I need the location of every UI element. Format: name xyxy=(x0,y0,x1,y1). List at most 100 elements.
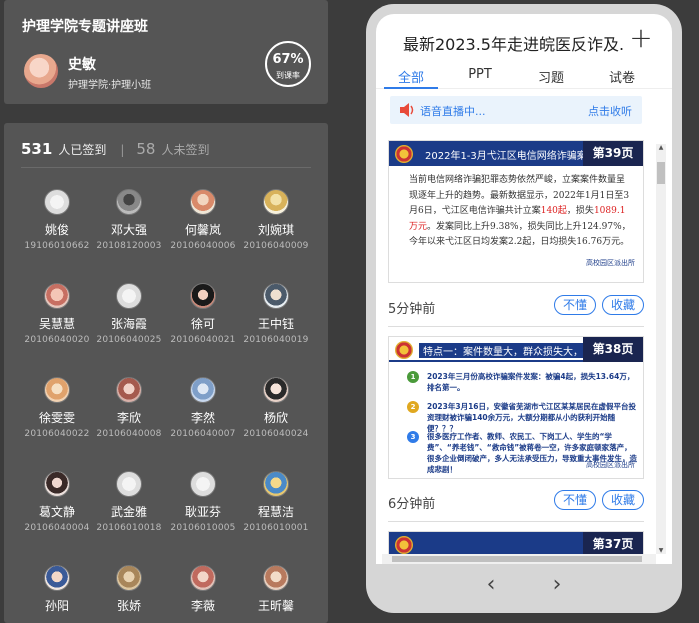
police-badge-icon xyxy=(395,145,413,163)
signed-label: 人已签到 xyxy=(58,143,107,157)
student-name: 刘婉琪 xyxy=(257,223,294,237)
student-avatar xyxy=(44,377,70,403)
collect-button[interactable]: 收藏 xyxy=(602,295,644,315)
divider xyxy=(388,521,644,522)
slide-text: 2023年三月份高校诈骗案件发案：被骗4起，损失13.64万，排名第一。 xyxy=(427,372,635,392)
next-page-icon[interactable]: › xyxy=(542,570,572,600)
student-avatar xyxy=(190,565,216,591)
signin-summary: 531 人已签到 | 58 人未签到 xyxy=(21,140,209,160)
student-avatar xyxy=(263,565,289,591)
slide-text: ，损失 xyxy=(566,206,594,216)
student-avatar xyxy=(190,471,216,497)
tab-ppt[interactable]: PPT xyxy=(450,67,510,82)
add-icon[interactable]: + xyxy=(626,24,656,54)
summary-separator: | xyxy=(120,143,125,157)
divider xyxy=(388,326,644,327)
police-badge-icon xyxy=(395,341,413,359)
student-avatar xyxy=(116,189,142,215)
slide-body: 当前电信网络诈骗犯罪态势依然严峻，立案案件数量呈现逐年上升的趋势。最新数据显示，… xyxy=(409,173,631,251)
slide-highlight: 140起 xyxy=(540,206,567,216)
student-avatar xyxy=(44,283,70,309)
police-badge-icon xyxy=(395,536,413,554)
class-info-panel: 护理学院专题讲座班 史敏 护理学院·护理小班 67% 到课率 xyxy=(4,0,328,104)
slide-text: 2023年3月16日，安徽省芜湖市弋江区某某居民在虚假平台投资理财被诈骗140余… xyxy=(427,402,637,433)
listen-link[interactable]: 点击收听 xyxy=(588,103,632,119)
phone-preview: 最新2023.5年走进皖医反诈及... + 全部 PPT 习题 试卷 语音直播中… xyxy=(366,4,682,613)
student-avatar xyxy=(116,283,142,309)
attendance-rate-ring: 67% 到课率 xyxy=(265,41,311,87)
document-title: 最新2023.5年走进皖医反诈及... xyxy=(403,35,623,54)
scroll-up-icon[interactable]: ▲ xyxy=(657,144,665,151)
speaker-icon xyxy=(400,103,414,117)
dont-understand-button[interactable]: 不懂 xyxy=(554,295,596,315)
student-avatar xyxy=(116,471,142,497)
student-name: 王中钰 xyxy=(257,317,294,331)
tab-exercises[interactable]: 习题 xyxy=(521,67,581,86)
slide-time: 6分钟前 xyxy=(388,497,436,512)
student-id: 20106010001 xyxy=(243,523,309,533)
student-avatar xyxy=(44,189,70,215)
slide-footer: 高校园区派出所 xyxy=(586,461,635,469)
student-avatar xyxy=(263,189,289,215)
vertical-scrollbar[interactable]: ▲ ▼ xyxy=(656,144,666,554)
slide-point-1: 1 2023年三月份高校诈骗案件发案：被骗4起，损失13.64万，排名第一。 xyxy=(407,371,639,393)
student-avatar xyxy=(263,471,289,497)
horizontal-scroll-thumb[interactable] xyxy=(392,556,642,562)
student-card[interactable]: 杨欣 20106040024 xyxy=(233,377,319,439)
slide-header: 特点一：案件数量大，群众损失大，社会危害 第38页 xyxy=(389,337,643,362)
signin-panel: 531 人已签到 | 58 人未签到 姚俊 19106010662 邓大强 20… xyxy=(4,123,328,623)
scroll-thumb[interactable] xyxy=(657,162,665,184)
student-avatar xyxy=(44,471,70,497)
dont-understand-button[interactable]: 不懂 xyxy=(554,490,596,510)
attendance-rate-label: 到课率 xyxy=(276,71,300,80)
number-1-icon: 1 xyxy=(407,371,419,383)
scroll-down-icon[interactable]: ▼ xyxy=(657,547,665,554)
student-card[interactable]: 王昕馨 xyxy=(233,565,319,617)
divider xyxy=(21,167,311,168)
tab-bar: 全部 PPT 习题 试卷 xyxy=(376,61,672,89)
tab-all[interactable]: 全部 xyxy=(381,67,441,86)
student-name: 王昕馨 xyxy=(257,599,294,613)
student-id: 20106040019 xyxy=(243,335,309,345)
unsigned-label[interactable]: 人未签到 xyxy=(161,141,209,158)
student-avatar xyxy=(190,377,216,403)
number-2-icon: 2 xyxy=(407,401,419,413)
student-name: 杨欣 xyxy=(263,411,288,425)
slide-thumbnail[interactable]: 2022年1-3月弋江区电信网络诈骗案件呈高发 第39页 当前电信网络诈骗犯罪态… xyxy=(388,140,644,283)
collect-button[interactable]: 收藏 xyxy=(602,490,644,510)
slide-thumbnail[interactable]: 特点一：案件数量大，群众损失大，社会危害 第38页 1 2023年三月份高校诈骗… xyxy=(388,336,644,479)
prev-page-icon[interactable]: ‹ xyxy=(476,570,506,600)
slide-point-2: 2 2023年3月16日，安徽省芜湖市弋江区某某居民在虚假平台投资理财被诈骗14… xyxy=(407,401,639,434)
slide-time: 5分钟前 xyxy=(388,302,436,317)
slide-meta-row: 6分钟前 不懂 收藏 xyxy=(388,490,648,512)
user-name: 史敏 xyxy=(68,57,96,73)
student-avatar xyxy=(116,565,142,591)
student-id: 20106040024 xyxy=(243,429,309,439)
user-class: 护理学院·护理小班 xyxy=(68,80,152,91)
active-tab-indicator xyxy=(384,87,438,89)
student-name: 程慧洁 xyxy=(257,505,294,519)
page-number: 第39页 xyxy=(583,141,643,166)
slide-header: 2022年1-3月弋江区电信网络诈骗案件呈高发 第39页 xyxy=(389,141,643,166)
tab-exam[interactable]: 试卷 xyxy=(592,67,652,86)
student-card[interactable]: 刘婉琪 20106040009 xyxy=(233,189,319,251)
student-card[interactable]: 王中钰 20106040019 xyxy=(233,283,319,345)
unsigned-count[interactable]: 58 xyxy=(136,140,155,158)
horizontal-scrollbar[interactable] xyxy=(382,554,656,564)
student-avatar xyxy=(190,189,216,215)
attendance-rate-value: 67% xyxy=(272,52,304,67)
number-3-icon: 3 xyxy=(407,431,419,443)
slide-meta-row: 5分钟前 不懂 收藏 xyxy=(388,295,648,317)
student-avatar xyxy=(263,283,289,309)
student-id: 20106040009 xyxy=(243,241,309,251)
student-avatar xyxy=(263,377,289,403)
class-title: 护理学院专题讲座班 xyxy=(22,19,148,35)
live-audio-bar[interactable]: 语音直播中... 点击收听 xyxy=(390,96,642,124)
live-status: 语音直播中... xyxy=(420,105,486,118)
user-avatar xyxy=(24,54,58,88)
phone-screen: 最新2023.5年走进皖医反诈及... + 全部 PPT 习题 试卷 语音直播中… xyxy=(376,14,672,564)
student-card[interactable]: 程慧洁 20106010001 xyxy=(233,471,319,533)
signed-count: 531 xyxy=(21,140,53,158)
page-number: 第38页 xyxy=(583,337,643,362)
slide-text: 。发案同比上升9.38%，损失同比上升124.97%，今年以来弋江区日均发案2.… xyxy=(409,221,631,248)
